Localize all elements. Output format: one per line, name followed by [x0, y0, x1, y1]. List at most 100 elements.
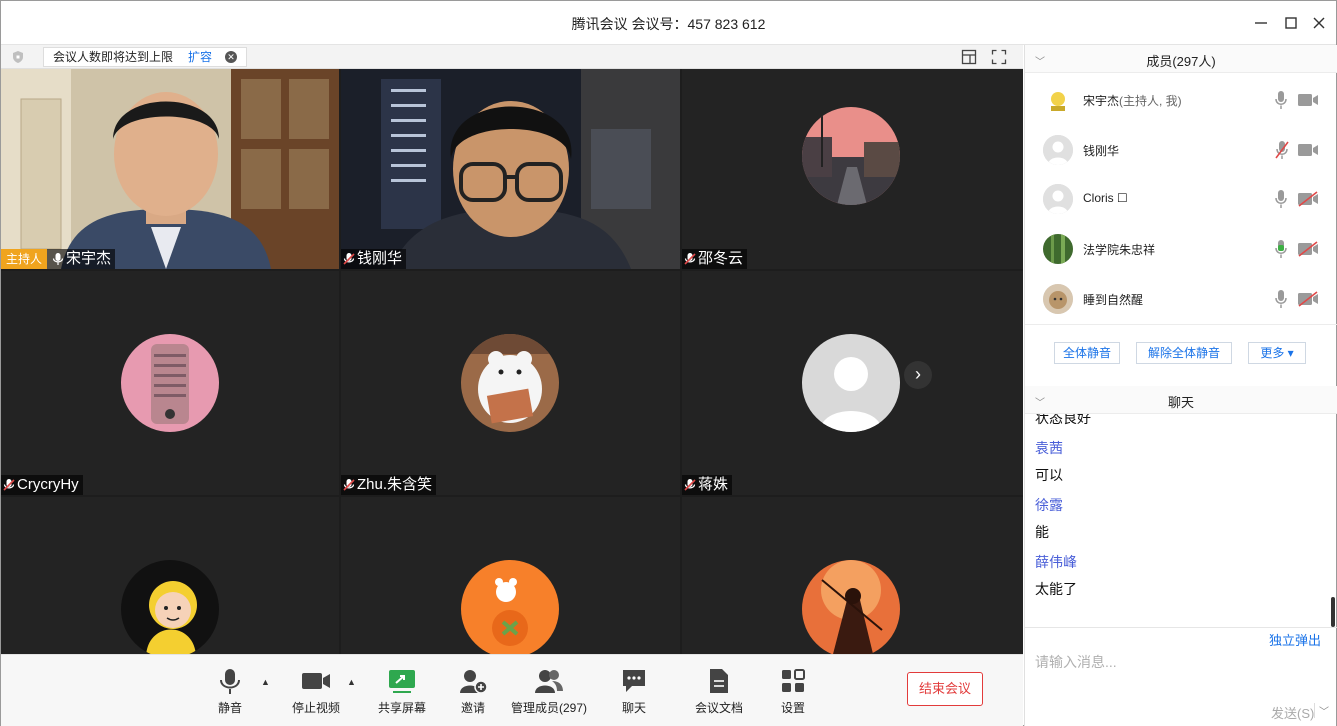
meeting-docs-label: 会议文档 — [695, 701, 744, 715]
manage-members-label: 管理成员(297) — [511, 701, 588, 715]
chat-sender: 徐露 — [1035, 497, 1063, 513]
invite-button[interactable]: 邀请 — [458, 667, 488, 716]
chat-button[interactable]: 聊天 — [620, 667, 648, 716]
member-name: Cloris ☐ — [1083, 191, 1128, 205]
video-tile[interactable]: 邵冬云 — [682, 69, 1023, 269]
video-tile[interactable]: 蒋姝 — [682, 271, 1023, 495]
camera-icon[interactable] — [1297, 142, 1319, 158]
next-page-button[interactable]: › — [904, 361, 932, 389]
chat-message-text: 可以 — [1035, 467, 1063, 483]
microphone-icon[interactable] — [1274, 289, 1288, 309]
capacity-notice-text: 会议人数即将达到上限 — [53, 50, 174, 64]
mic-muted-icon — [684, 253, 696, 265]
send-button[interactable]: 发送(S) — [1271, 703, 1314, 722]
microphone-active-icon[interactable] — [1274, 239, 1288, 259]
stop-video-button[interactable]: 停止视频 — [291, 667, 341, 716]
settings-button[interactable]: 设置 — [779, 667, 807, 716]
side-panel: ﹀ 成员(297人) 宋宇杰(主持人, 我) 钱刚华 Cloris ☐ 法学院朱… — [1024, 45, 1337, 726]
member-row[interactable]: Cloris ☐ — [1025, 174, 1337, 224]
avatar — [1043, 284, 1073, 314]
microphone-icon[interactable] — [1274, 90, 1288, 110]
participant-name: CrycryHy — [17, 476, 79, 493]
minimize-icon[interactable] — [1251, 13, 1271, 33]
document-icon — [710, 669, 728, 693]
participant-name: 宋宇杰 — [66, 250, 112, 267]
chat-messages: 状态良好 袁茜 可以 徐露 能 薛伟峰 太能了 — [1025, 414, 1337, 628]
avatar — [461, 334, 559, 432]
camera-feed-participant — [341, 69, 680, 269]
camera-off-icon[interactable] — [1297, 191, 1319, 207]
chat-header[interactable]: ﹀ 聊天 — [1025, 386, 1337, 414]
video-tile[interactable]: 钱刚华 — [341, 69, 680, 269]
avatar — [802, 107, 900, 205]
camera-feed-host — [1, 69, 339, 269]
settings-label: 设置 — [780, 701, 805, 715]
fullscreen-icon[interactable] — [991, 49, 1007, 65]
stop-video-label: 停止视频 — [291, 701, 340, 715]
mute-all-button[interactable]: 全体静音 — [1054, 342, 1120, 364]
end-meeting-button[interactable]: 结束会议 — [907, 672, 983, 706]
shield-icon[interactable] — [11, 50, 25, 64]
participant-name: 蒋姝 — [698, 476, 729, 493]
add-user-icon — [460, 670, 488, 694]
mute-button[interactable]: 静音 — [215, 667, 245, 716]
chat-label: 聊天 — [621, 701, 646, 715]
chat-icon — [623, 670, 645, 692]
member-row[interactable]: 宋宇杰(主持人, 我) — [1025, 75, 1337, 125]
video-tile[interactable]: Zhu.朱含笑 — [341, 271, 680, 495]
popout-chat-link[interactable]: 独立弹出 — [1269, 630, 1321, 649]
camera-icon[interactable] — [1297, 92, 1319, 108]
unmute-all-button[interactable]: 解除全体静音 — [1136, 342, 1232, 364]
microphone-muted-icon[interactable] — [1274, 140, 1290, 160]
manage-members-button[interactable]: 管理成员(297) — [511, 667, 587, 716]
video-options-caret-icon[interactable]: ▲ — [347, 677, 356, 687]
camera-off-icon[interactable] — [1297, 291, 1319, 307]
share-screen-label: 共享屏幕 — [377, 701, 426, 715]
chat-message-text: 状态良好 — [1035, 414, 1091, 426]
avatar — [1043, 135, 1073, 165]
meeting-docs-button[interactable]: 会议文档 — [695, 667, 743, 716]
participant-label: 蒋姝 — [682, 475, 733, 495]
video-camera-icon — [302, 673, 330, 689]
settings-grid-icon — [782, 669, 805, 692]
invite-label: 邀请 — [460, 701, 485, 715]
avatar — [802, 560, 900, 654]
video-tile[interactable]: 主持人 宋宇杰 — [1, 69, 339, 269]
member-row[interactable]: 法学院朱忠祥 — [1025, 224, 1337, 274]
layout-icon[interactable] — [961, 49, 977, 65]
member-name: 睡到自然醒 — [1083, 293, 1144, 307]
video-tile[interactable] — [682, 497, 1023, 654]
mic-icon — [52, 253, 64, 265]
title-bar: 腾讯会议 会议号：457 823 612 — [1, 1, 1336, 45]
members-icon — [535, 670, 563, 693]
member-row[interactable]: 睡到自然醒 — [1025, 274, 1337, 324]
send-options-chevron-icon[interactable]: ﹀ — [1314, 703, 1330, 718]
avatar — [121, 334, 219, 432]
video-tile[interactable] — [1, 497, 339, 654]
chat-scrollbar[interactable] — [1331, 597, 1335, 627]
expand-capacity-link[interactable]: 扩容 — [188, 48, 212, 66]
participant-name: Zhu.朱含笑 — [357, 476, 433, 493]
avatar — [121, 560, 219, 654]
camera-off-icon[interactable] — [1297, 241, 1319, 257]
divider — [1025, 324, 1337, 325]
microphone-icon[interactable] — [1274, 189, 1288, 209]
member-row[interactable]: 钱刚华 — [1025, 125, 1337, 175]
maximize-icon[interactable] — [1281, 13, 1301, 33]
more-options-button[interactable]: 更多 ▾ — [1248, 342, 1306, 364]
members-header[interactable]: ﹀ 成员(297人) — [1025, 45, 1337, 73]
chat-title: 聊天 — [1167, 395, 1194, 410]
mic-options-caret-icon[interactable]: ▲ — [261, 677, 270, 687]
video-tile[interactable]: CrycryHy — [1, 271, 339, 495]
dismiss-notice-icon[interactable]: ✕ — [225, 51, 237, 63]
avatar — [1043, 234, 1073, 264]
share-screen-icon — [389, 670, 415, 693]
chat-sender: 薛伟峰 — [1035, 554, 1077, 570]
avatar — [1043, 85, 1073, 115]
video-tile[interactable] — [341, 497, 680, 654]
participant-label: Zhu.朱含笑 — [341, 475, 437, 495]
avatar — [802, 334, 900, 432]
capacity-notice: 会议人数即将达到上限 扩容 ✕ — [43, 47, 247, 67]
share-screen-button[interactable]: 共享屏幕 — [377, 667, 427, 716]
close-icon[interactable] — [1309, 13, 1329, 33]
